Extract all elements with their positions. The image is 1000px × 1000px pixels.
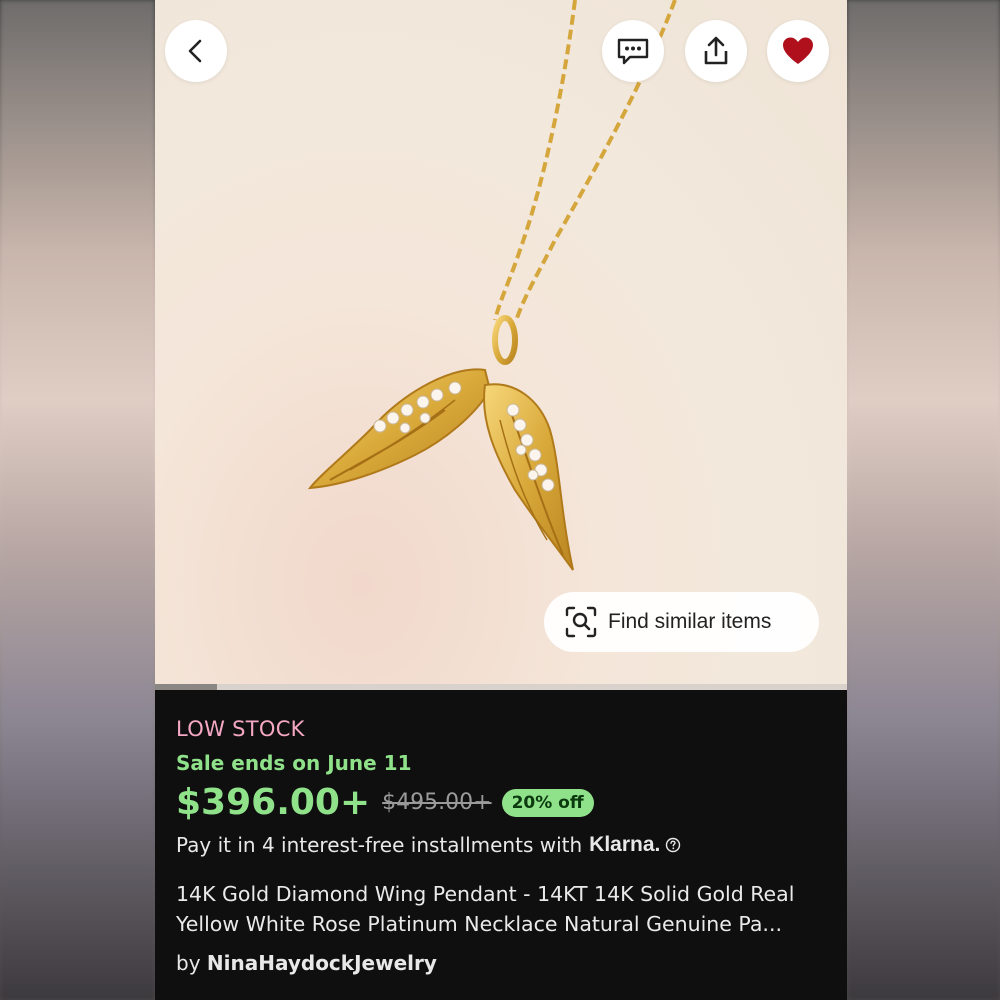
by-label: by: [176, 951, 201, 975]
listing-screen: Find similar items LOW STOCK Sale ends o…: [155, 0, 847, 1000]
back-button[interactable]: [165, 20, 227, 82]
sale-notice: Sale ends on June 11: [176, 751, 412, 775]
visual-search-icon: [564, 605, 598, 639]
seller-name[interactable]: NinaHaydockJewelry: [207, 951, 437, 975]
listing-title-line-2[interactable]: Yellow White Rose Platinum Necklace Natu…: [176, 912, 782, 936]
blurred-background-right: [847, 0, 1000, 1000]
listing-title-line-1[interactable]: 14K Gold Diamond Wing Pendant - 14KT 14K…: [176, 882, 794, 906]
installments-text: Pay it in 4 interest-free installments w…: [176, 833, 583, 857]
discount-badge: 20% off: [501, 788, 594, 817]
seller-line[interactable]: by NinaHaydockJewelry: [176, 951, 437, 975]
chevron-left-icon: [188, 39, 202, 63]
product-image[interactable]: Find similar items: [155, 0, 847, 688]
favorite-button[interactable]: [767, 20, 829, 82]
wing-pendant-necklace-illustration: [307, 0, 677, 571]
installments-line[interactable]: Pay it in 4 interest-free installments w…: [176, 833, 681, 857]
listing-info-panel: LOW STOCK Sale ends on June 11 $396.00+ …: [155, 690, 847, 1000]
blurred-background-left: [0, 0, 155, 1000]
share-button[interactable]: [685, 20, 747, 82]
heart-icon: [783, 37, 813, 64]
message-seller-button[interactable]: [602, 20, 664, 82]
original-price: $495.00+: [382, 790, 492, 815]
find-similar-label: Find similar items: [608, 610, 772, 633]
message-dots-icon: [617, 38, 649, 65]
price-row: $396.00+ $495.00+ 20% off: [176, 782, 594, 823]
question-circle-icon[interactable]: [665, 837, 681, 853]
klarna-logo: Klarna.: [589, 833, 661, 856]
share-icon: [704, 36, 728, 65]
sale-price: $396.00+: [176, 782, 371, 823]
find-similar-button[interactable]: Find similar items: [544, 592, 819, 652]
stock-status: LOW STOCK: [176, 717, 305, 741]
